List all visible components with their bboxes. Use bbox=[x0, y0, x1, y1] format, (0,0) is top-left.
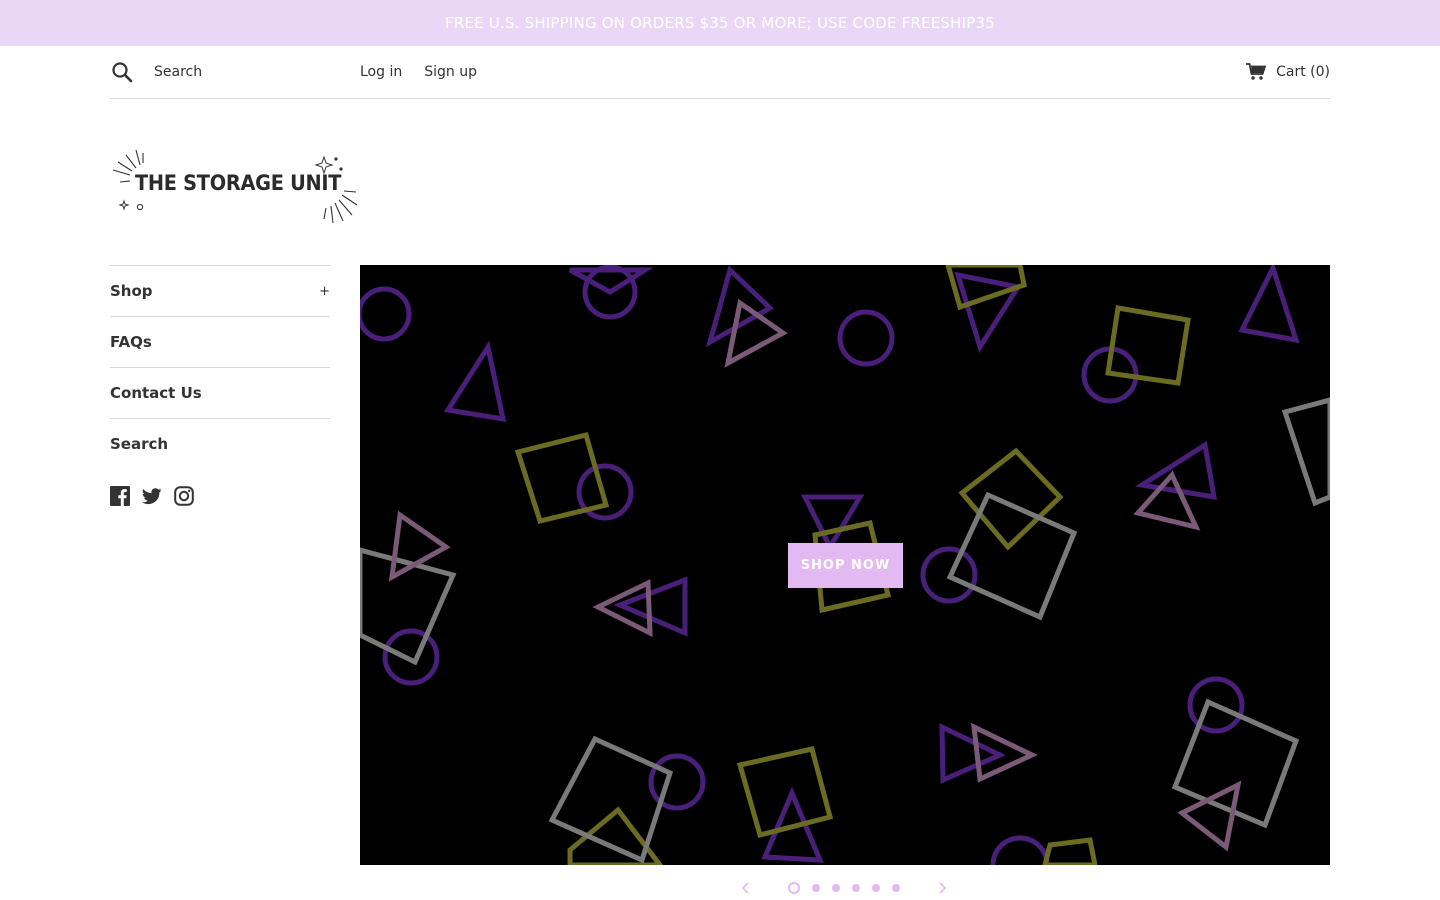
sidebar-item-search[interactable]: Search bbox=[110, 418, 330, 469]
slide-dot[interactable] bbox=[872, 884, 880, 892]
sidebar-item-label: FAQs bbox=[110, 333, 152, 351]
sidebar-item-shop[interactable]: Shop + bbox=[110, 265, 330, 316]
sidebar-nav: Shop + FAQs Contact Us Search bbox=[110, 265, 330, 506]
account-links: Log in Sign up bbox=[360, 46, 477, 98]
slideshow-controls bbox=[730, 876, 960, 900]
slide-dot[interactable] bbox=[832, 884, 840, 892]
slide-dot[interactable] bbox=[852, 884, 860, 892]
sidebar-item-faqs[interactable]: FAQs bbox=[110, 316, 330, 367]
facebook-icon[interactable] bbox=[110, 486, 130, 506]
announcement-bar: FREE U.S. SHIPPING ON ORDERS $35 OR MORE… bbox=[0, 0, 1440, 46]
twitter-icon[interactable] bbox=[142, 486, 162, 506]
header-search bbox=[110, 46, 334, 98]
sidebar-item-contact-us[interactable]: Contact Us bbox=[110, 367, 330, 418]
sidebar-item-label: Search bbox=[110, 435, 169, 453]
chevron-right-icon[interactable] bbox=[934, 880, 950, 896]
instagram-icon[interactable] bbox=[174, 486, 194, 506]
store-logo[interactable]: THE STORAGE UNIT bbox=[110, 145, 360, 225]
slide-dots bbox=[788, 882, 900, 894]
login-link[interactable]: Log in bbox=[360, 64, 402, 80]
search-icon[interactable] bbox=[110, 60, 134, 84]
logo-text: THE STORAGE UNIT bbox=[135, 171, 342, 195]
cart-icon bbox=[1246, 63, 1267, 81]
slide-dot[interactable] bbox=[812, 884, 820, 892]
chevron-left-icon[interactable] bbox=[738, 880, 754, 896]
announcement-text: FREE U.S. SHIPPING ON ORDERS $35 OR MORE… bbox=[445, 14, 995, 32]
sidebar-item-label: Shop bbox=[110, 282, 153, 300]
slide-dot[interactable] bbox=[892, 884, 900, 892]
cart-label: Cart (0) bbox=[1276, 64, 1330, 80]
social-links bbox=[110, 486, 330, 506]
signup-link[interactable]: Sign up bbox=[424, 64, 477, 80]
cart-link[interactable]: Cart (0) bbox=[1246, 46, 1330, 98]
hero-slideshow[interactable]: SHOP NOW bbox=[360, 265, 1330, 865]
sidebar-item-label: Contact Us bbox=[110, 384, 202, 402]
expand-plus-icon[interactable]: + bbox=[319, 284, 330, 299]
slide-dot[interactable] bbox=[788, 882, 800, 894]
search-input[interactable] bbox=[154, 64, 334, 80]
header-bar: Log in Sign up Cart (0) bbox=[110, 46, 1330, 99]
shop-now-button[interactable]: SHOP NOW bbox=[788, 543, 903, 588]
